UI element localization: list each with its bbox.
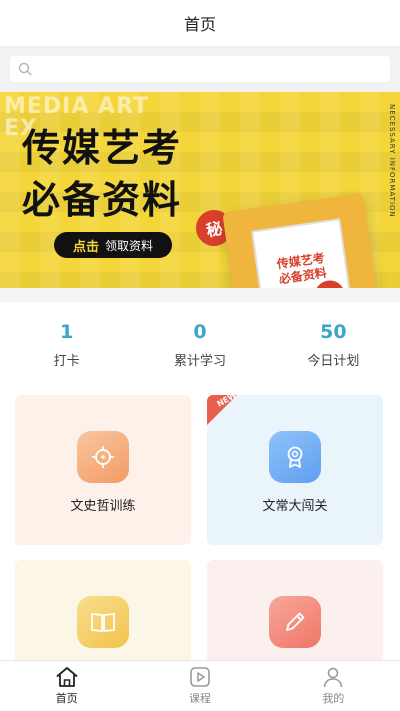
- page-title: 首页: [183, 15, 216, 34]
- search-input[interactable]: [38, 62, 368, 76]
- tab-label: 首页: [55, 692, 78, 705]
- tab-mine[interactable]: 我的: [267, 661, 400, 711]
- search-area: [0, 46, 400, 92]
- tab-label: 我的: [322, 692, 345, 705]
- card-label: 文史哲训练: [70, 499, 136, 514]
- tab-label: 课程: [188, 692, 211, 705]
- new-badge: NEW: [207, 395, 238, 425]
- title-bar: 首页: [0, 0, 400, 46]
- pencil-icon: [269, 596, 321, 648]
- stat-checkin[interactable]: 1 打卡: [0, 302, 133, 380]
- stat-label: 累计学习: [173, 354, 226, 369]
- banner-headline-2: 必备资料: [22, 178, 183, 222]
- card-label: 文常大闯关: [262, 499, 328, 514]
- card-reading[interactable]: [15, 560, 191, 660]
- play-icon: [190, 667, 210, 687]
- card-culture-challenge[interactable]: NEW 文常大闯关: [207, 395, 383, 545]
- stat-label: 今日计划: [307, 354, 360, 369]
- banner-headline-1: 传媒艺考: [22, 126, 183, 170]
- award-icon: [269, 431, 321, 483]
- feature-grid: 文史哲训练 NEW 文常大闯关: [0, 380, 400, 660]
- promo-banner[interactable]: MEDIA ART EX 传媒艺考 必备资料 秘 点击 领取资料 NECESSA…: [0, 92, 400, 288]
- banner-cta-strong: 点击: [72, 239, 99, 255]
- user-icon: [324, 667, 343, 688]
- stats-row: 1 打卡 0 累计学习 50 今日计划: [0, 302, 400, 380]
- tab-home[interactable]: 首页: [0, 661, 133, 711]
- card-literature-training[interactable]: 文史哲训练: [15, 395, 191, 545]
- target-icon: [77, 431, 129, 483]
- stat-value: 1: [60, 321, 74, 343]
- home-icon: [56, 667, 78, 687]
- search-box[interactable]: [10, 56, 390, 82]
- envelope-paper: 传媒艺考 必备资料: [251, 218, 353, 288]
- stat-today-plan[interactable]: 50 今日计划: [267, 302, 400, 380]
- stat-value: 0: [193, 321, 207, 343]
- banner-cta-button[interactable]: 点击 领取资料: [54, 232, 172, 258]
- search-icon: [18, 62, 32, 76]
- banner-ghost-line1: MEDIA ART: [4, 94, 150, 119]
- banner-cta-label: 领取资料: [105, 238, 154, 253]
- bottom-tab-bar: 首页 课程 我的: [0, 660, 400, 711]
- stat-value: 50: [320, 321, 347, 343]
- tab-course[interactable]: 课程: [133, 661, 266, 711]
- card-writing[interactable]: [207, 560, 383, 660]
- stat-total-study[interactable]: 0 累计学习: [133, 302, 266, 380]
- book-icon: [77, 596, 129, 648]
- banner-side-text: NECESSARY INFORMATION: [388, 104, 396, 218]
- stat-label: 打卡: [53, 354, 80, 369]
